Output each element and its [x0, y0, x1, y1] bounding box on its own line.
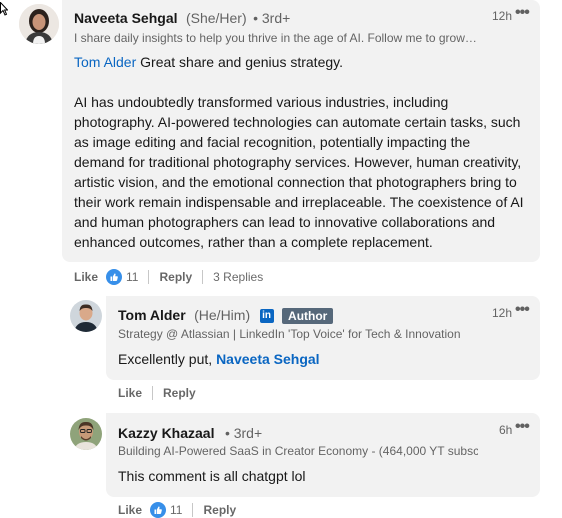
comment-text: Tom Alder Great share and genius strateg… — [74, 52, 524, 252]
avatar[interactable] — [70, 418, 102, 450]
comment-timestamp: 12h — [492, 9, 513, 23]
reply-actions: Like Reply — [118, 386, 196, 400]
reply-bubble: Tom Alder (He/Him) in Author Strategy @ … — [106, 296, 540, 380]
like-button[interactable]: Like — [118, 386, 142, 400]
divider — [202, 270, 204, 284]
person-icon — [19, 4, 59, 44]
person-icon — [70, 418, 102, 450]
pronouns: (He/Him) — [194, 307, 251, 323]
reply-timestamp: 6h — [499, 423, 513, 437]
author-headline: I share daily insights to help you thriv… — [74, 31, 477, 45]
reply-bubble: Kazzy Khazaal • 3rd+ Building AI-Powered… — [106, 413, 540, 497]
like-button[interactable]: Like — [74, 270, 98, 284]
more-options-icon[interactable]: ••• — [515, 301, 530, 319]
reply-author-name[interactable]: Kazzy Khazaal — [118, 425, 214, 441]
reply-text-prefix: Excellently put, — [118, 351, 217, 367]
reply-header: Tom Alder (He/Him) in Author — [118, 307, 334, 325]
like-button[interactable]: Like — [118, 503, 142, 517]
connection-degree: • 3rd+ — [253, 10, 291, 26]
comment-actions: Like 11 Reply 3 Replies — [74, 269, 263, 285]
reply-timestamp: 12h — [492, 306, 513, 320]
avatar[interactable] — [19, 4, 59, 44]
comment-author-name[interactable]: Naveeta Sehgal — [74, 10, 178, 26]
pronouns: (She/Her) — [185, 10, 247, 26]
reply-text: Excellently put, Naveeta Sehgal — [118, 349, 320, 369]
reply-actions: Like 11 Reply — [118, 502, 236, 518]
mention-link[interactable]: Naveeta Sehgal — [216, 351, 320, 367]
reactions[interactable]: 11 — [106, 269, 138, 285]
comment-first-line: Great share and genius strategy. — [136, 54, 343, 70]
reply-header: Kazzy Khazaal • 3rd+ — [118, 425, 262, 443]
reactions[interactable]: 11 — [150, 502, 182, 518]
person-icon — [70, 300, 102, 332]
mouse-cursor-icon — [0, 2, 8, 16]
reaction-count: 11 — [170, 503, 183, 517]
reply-author-name[interactable]: Tom Alder — [118, 307, 186, 323]
like-reaction-icon — [106, 269, 123, 285]
divider — [192, 503, 194, 517]
divider — [152, 386, 154, 400]
linkedin-icon: in — [259, 308, 274, 323]
divider — [148, 270, 150, 284]
reaction-count: 11 — [126, 270, 139, 284]
view-replies-link[interactable]: 3 Replies — [213, 270, 263, 284]
more-options-icon[interactable]: ••• — [515, 418, 530, 436]
more-options-icon[interactable]: ••• — [515, 4, 530, 22]
connection-degree: • 3rd+ — [224, 425, 263, 441]
comment-bubble: Naveeta Sehgal (She/Her) • 3rd+ I share … — [62, 0, 540, 262]
avatar[interactable] — [70, 300, 102, 332]
like-reaction-icon — [150, 502, 167, 518]
reply-button[interactable]: Reply — [163, 386, 196, 400]
mention-link[interactable]: Tom Alder — [74, 54, 136, 70]
author-headline: Building AI-Powered SaaS in Creator Econ… — [118, 444, 478, 458]
author-badge: Author — [282, 307, 334, 324]
comment-paragraph: AI has undoubtedly transformed various i… — [74, 94, 524, 250]
reply-text: This comment is all chatgpt lol — [118, 468, 306, 484]
reply-button[interactable]: Reply — [159, 270, 192, 284]
author-headline: Strategy @ Atlassian | LinkedIn 'Top Voi… — [118, 327, 461, 341]
comment-header: Naveeta Sehgal (She/Her) • 3rd+ — [74, 10, 290, 28]
reply-button[interactable]: Reply — [203, 503, 236, 517]
